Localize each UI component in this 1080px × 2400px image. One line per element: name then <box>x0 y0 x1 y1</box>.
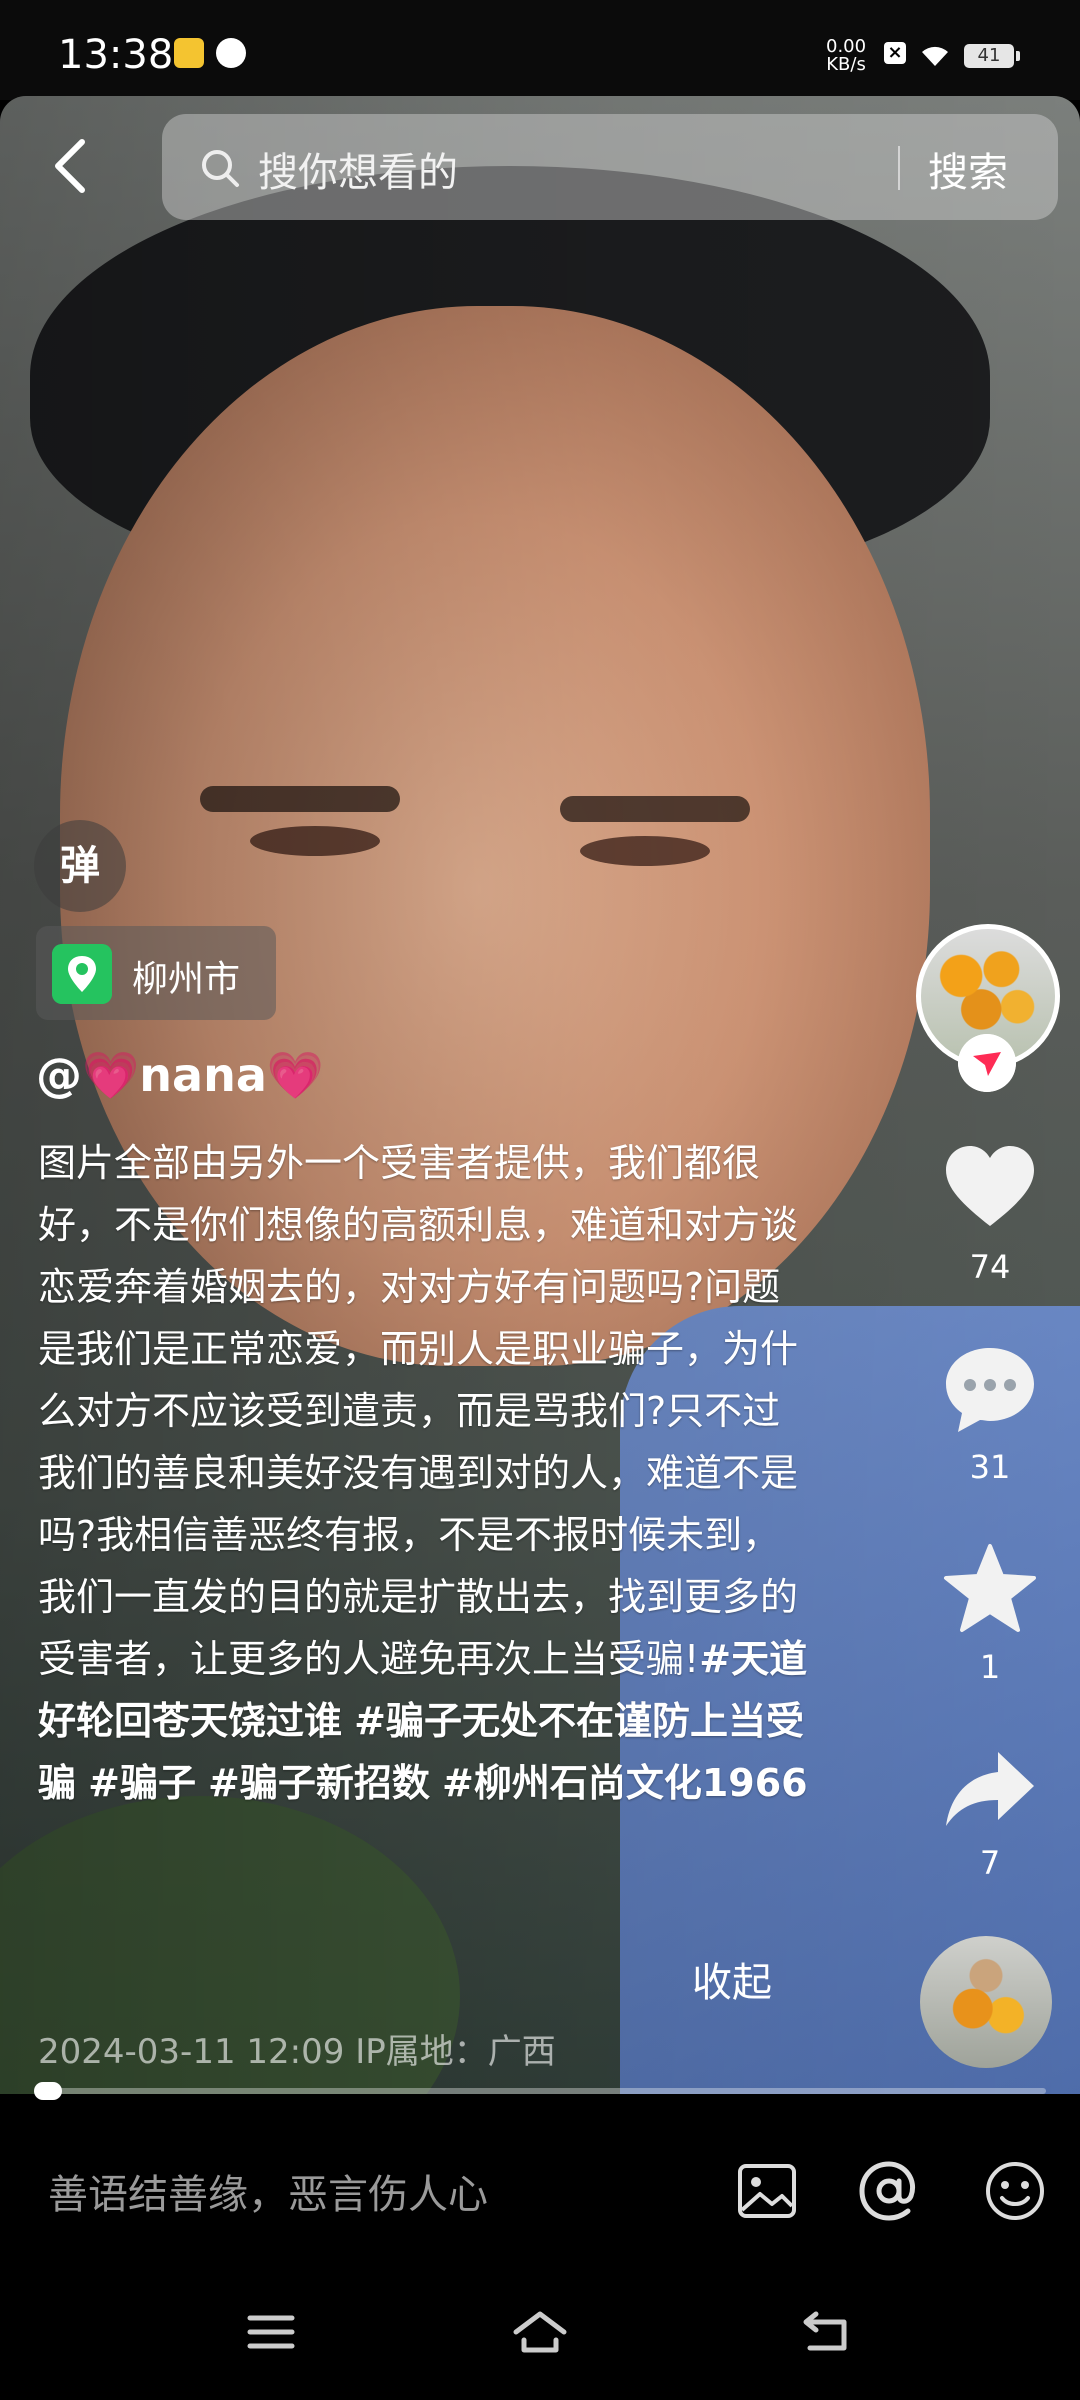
status-bar: 13:38 0.00 KB/s × 41 <box>0 0 1080 100</box>
danmaku-toggle-button[interactable]: 弹 <box>34 820 126 912</box>
app-notification-icon-2 <box>216 38 246 68</box>
progress-track[interactable] <box>36 2088 1046 2094</box>
search-divider <box>898 146 900 190</box>
post-caption: 图片全部由另外一个受害者提供，我们都很好，不是你们想像的高额利息，难道和对方谈恋… <box>38 1132 808 1814</box>
hashtag-link[interactable]: #骗子新招数 <box>208 1761 430 1805</box>
post-timestamp: 2024-03-11 12:09 IP属地：广西 <box>38 2032 556 2072</box>
favorite-count: 1 <box>979 1648 1001 1686</box>
menu-icon[interactable] <box>246 2310 296 2354</box>
home-icon[interactable] <box>512 2310 568 2354</box>
caption-text: 图片全部由另外一个受害者提供，我们都很好，不是你们想像的高额利息，难道和对方谈恋… <box>38 1141 799 1681</box>
like-button[interactable] <box>940 1138 1040 1238</box>
author-name[interactable]: @💗nana💗 <box>36 1048 324 1103</box>
comment-button[interactable] <box>940 1340 1040 1440</box>
mention-icon[interactable] <box>856 2158 922 2224</box>
music-disc[interactable] <box>920 1936 1052 2068</box>
like-count: 74 <box>969 1248 1011 1286</box>
emoji-icon[interactable] <box>982 2158 1048 2224</box>
collapse-button[interactable]: 收起 <box>692 1950 772 2008</box>
hashtag-link[interactable]: #柳州石尚文化1966 <box>442 1761 808 1805</box>
search-input[interactable]: 搜你想看的 <box>258 140 458 198</box>
share-count: 7 <box>979 1844 1001 1882</box>
battery-icon: 41 <box>964 44 1020 68</box>
hashtag-link[interactable]: #骗子 <box>88 1761 196 1805</box>
image-icon[interactable] <box>734 2158 800 2224</box>
network-speed: 0.00 KB/s <box>826 36 867 75</box>
search-icon <box>202 150 239 187</box>
back-button[interactable] <box>42 134 106 198</box>
map-pin-icon <box>52 944 112 1004</box>
wifi-icon <box>922 46 948 66</box>
comment-input[interactable]: 善语结善缘，恶言伤人心 <box>48 2162 488 2220</box>
share-button[interactable] <box>940 1740 1040 1840</box>
favorite-button[interactable] <box>940 1540 1040 1640</box>
app-notification-icon <box>174 38 204 68</box>
no-sim-icon: × <box>884 42 906 64</box>
search-button[interactable]: 搜索 <box>928 140 1008 198</box>
comment-count: 31 <box>969 1448 1011 1486</box>
progress-handle[interactable] <box>34 2082 62 2100</box>
follow-button[interactable] <box>958 1034 1016 1092</box>
back-icon[interactable] <box>800 2310 850 2354</box>
location-label: 柳州市 <box>132 959 241 1000</box>
status-time: 13:38 <box>58 32 174 78</box>
